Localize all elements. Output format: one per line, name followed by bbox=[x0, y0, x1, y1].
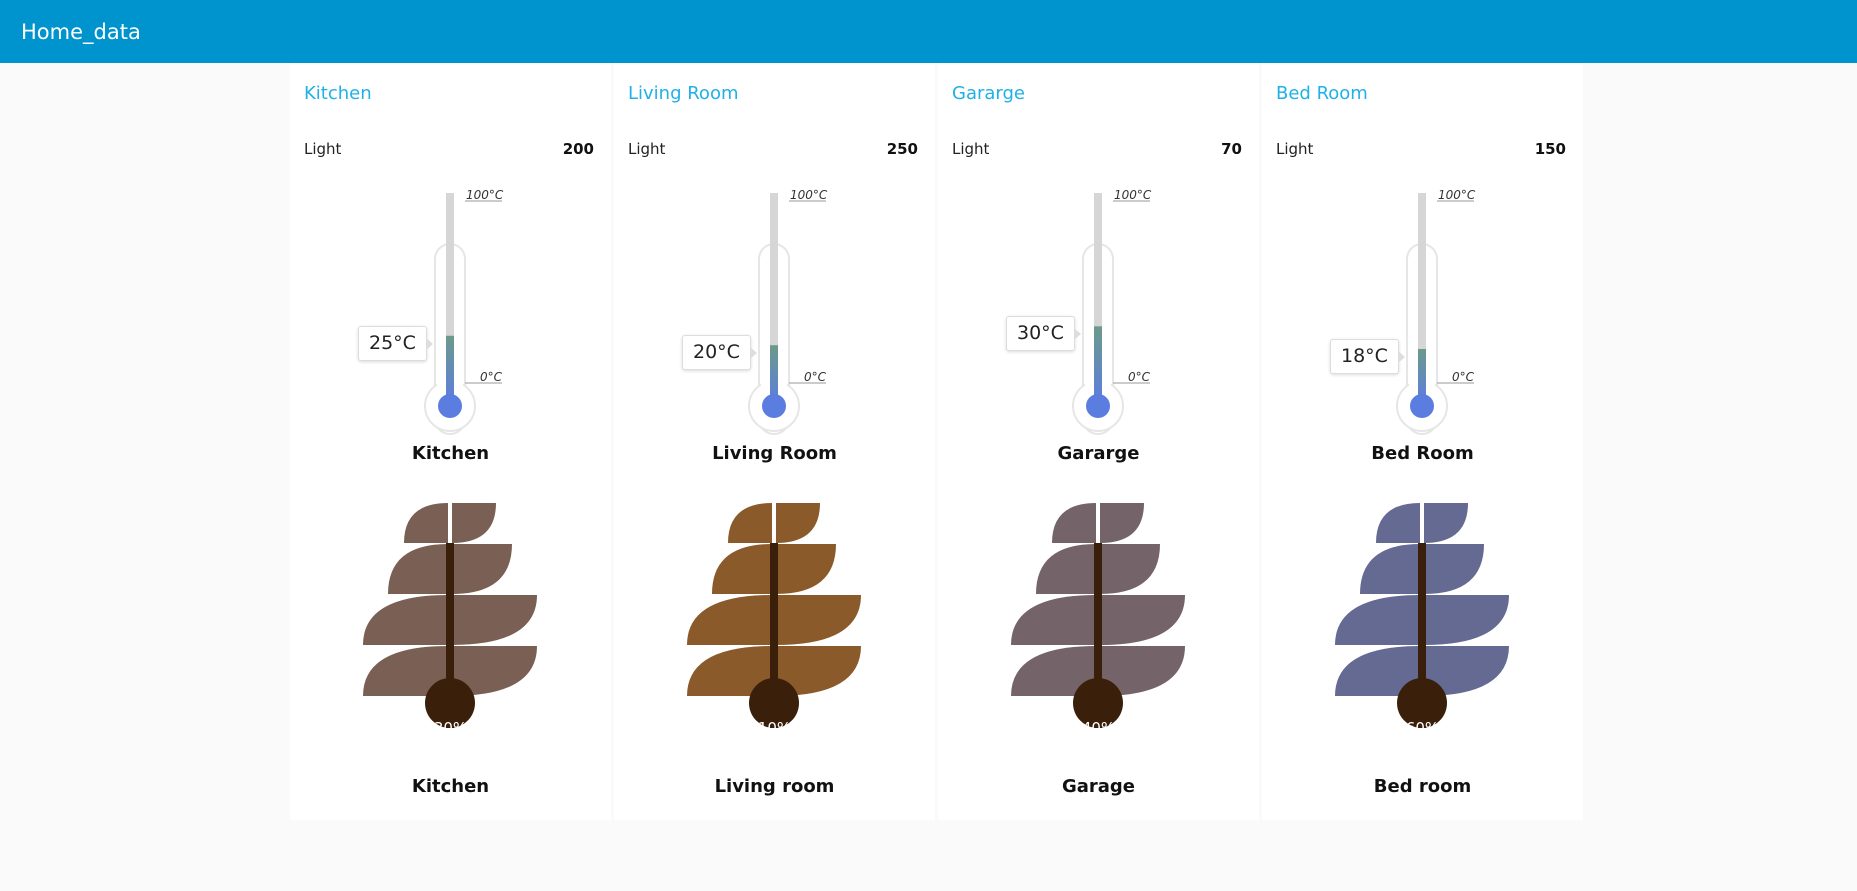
max-scale-label: 100°C bbox=[1438, 188, 1476, 202]
leaf-left-3 bbox=[363, 595, 448, 645]
leaf-right-3 bbox=[776, 595, 861, 645]
thermometer-label: Kitchen bbox=[411, 443, 490, 464]
leaf-left-2 bbox=[1036, 544, 1096, 594]
leaf-left-3 bbox=[1011, 595, 1096, 645]
min-scale-label: 0°C bbox=[480, 370, 503, 384]
light-value: 200 bbox=[562, 140, 594, 158]
group-title: Kitchen bbox=[304, 83, 372, 104]
leaf-right-1 bbox=[452, 503, 496, 543]
thermometer-label: Living Room bbox=[712, 443, 837, 464]
thermometer-label: Bed Room bbox=[1371, 443, 1474, 464]
leaf-left-2 bbox=[712, 544, 772, 594]
moisture-percent: 30% bbox=[433, 719, 468, 737]
temperature-value-callout: 25°C bbox=[358, 325, 433, 361]
plant-label: Living room bbox=[714, 776, 835, 797]
leaf-right-2 bbox=[1424, 544, 1484, 594]
group-card-kitchen: Kitchen Light 200 100°C 0°C 25°C Kitchen 3… bbox=[290, 63, 611, 820]
temperature-value-callout: 30°C bbox=[1006, 316, 1081, 352]
leaf-left-1 bbox=[1376, 503, 1420, 543]
thermometer-fill bbox=[446, 335, 454, 403]
thermometer-label: Gararge bbox=[1057, 443, 1140, 464]
group-card-gararge: Gararge Light 70 100°C 0°C 30°C Gararge 40… bbox=[938, 63, 1259, 820]
max-scale-label: 100°C bbox=[790, 188, 828, 202]
plant-label: Kitchen bbox=[411, 776, 490, 797]
plant-label: Bed room bbox=[1373, 776, 1472, 797]
thermometer-bulb bbox=[762, 394, 786, 418]
app-title: Home_data bbox=[21, 19, 141, 44]
temperature-value-callout: 20°C bbox=[682, 335, 757, 371]
leaf-left-1 bbox=[1052, 503, 1096, 543]
moisture-percent: 40% bbox=[1081, 719, 1116, 737]
leaf-right-3 bbox=[1100, 595, 1185, 645]
thermometer-bulb bbox=[1086, 394, 1110, 418]
min-scale-label: 0°C bbox=[1128, 370, 1151, 384]
light-label: Light bbox=[952, 140, 990, 158]
leaf-right-3 bbox=[1424, 595, 1509, 645]
moisture-percent: 10% bbox=[757, 719, 792, 737]
leaf-left-1 bbox=[404, 503, 448, 543]
light-value: 150 bbox=[1534, 140, 1566, 158]
leaf-right-1 bbox=[1100, 503, 1144, 543]
group-card-bed-room: Bed Room Light 150 100°C 0°C 18°C Bed Room… bbox=[1262, 63, 1583, 820]
leaf-left-3 bbox=[687, 595, 772, 645]
thermometer-fill bbox=[1094, 326, 1102, 403]
leaf-right-2 bbox=[452, 544, 512, 594]
temperature-value-callout: 18°C bbox=[1330, 338, 1405, 374]
group-title: Bed Room bbox=[1276, 83, 1368, 104]
group-title: Living Room bbox=[628, 83, 739, 104]
thermometer-bulb bbox=[1410, 394, 1434, 418]
leaf-right-2 bbox=[1100, 544, 1160, 594]
max-scale-label: 100°C bbox=[466, 188, 504, 202]
leaf-left-2 bbox=[1360, 544, 1420, 594]
moisture-percent: 60% bbox=[1405, 719, 1440, 737]
thermometer-bulb bbox=[438, 394, 462, 418]
min-scale-label: 0°C bbox=[804, 370, 827, 384]
leaf-left-3 bbox=[1335, 595, 1420, 645]
leaf-right-1 bbox=[776, 503, 820, 543]
dashboard-grid: Kitchen Light 200 100°C 0°C 25°C Kitchen 3… bbox=[290, 63, 1583, 820]
max-scale-label: 100°C bbox=[1114, 188, 1152, 202]
group-card-living-room: Living Room Light 250 100°C 0°C 20°C Livin… bbox=[614, 63, 935, 820]
leaf-right-3 bbox=[452, 595, 537, 645]
top-app-bar: Home_data bbox=[0, 0, 1857, 63]
light-label: Light bbox=[628, 140, 666, 158]
light-label: Light bbox=[304, 140, 342, 158]
plant-label: Garage bbox=[1061, 776, 1136, 797]
min-scale-label: 0°C bbox=[1452, 370, 1475, 384]
light-value: 250 bbox=[886, 140, 918, 158]
leaf-right-2 bbox=[776, 544, 836, 594]
light-value: 70 bbox=[1221, 140, 1242, 158]
leaf-right-1 bbox=[1424, 503, 1468, 543]
light-label: Light bbox=[1276, 140, 1314, 158]
leaf-left-1 bbox=[728, 503, 772, 543]
group-title: Gararge bbox=[952, 83, 1025, 104]
leaf-left-2 bbox=[388, 544, 448, 594]
